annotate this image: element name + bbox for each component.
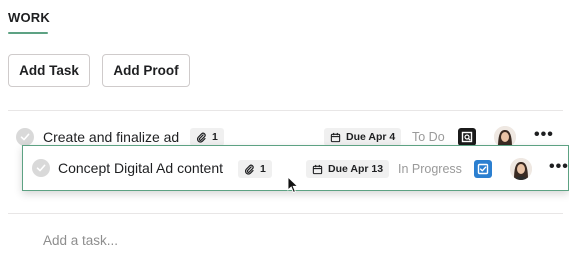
divider — [8, 110, 563, 111]
calendar-icon — [312, 164, 323, 174]
due-date-label: Due Apr 4 — [346, 131, 396, 143]
attachment-count[interactable]: 1 — [238, 160, 272, 178]
mouse-cursor-icon — [287, 176, 299, 193]
check-icon — [20, 133, 30, 141]
task-checkbox-app-icon[interactable] — [474, 160, 492, 178]
proof-icon — [461, 131, 473, 143]
complete-checkbox[interactable] — [16, 128, 34, 146]
user-avatar-icon — [510, 158, 532, 180]
proof-app-icon[interactable] — [458, 128, 476, 146]
check-icon — [36, 164, 46, 172]
paperclip-icon — [244, 164, 254, 175]
avatar[interactable] — [510, 158, 532, 180]
status-label[interactable]: In Progress — [398, 162, 462, 176]
complete-checkbox[interactable] — [32, 159, 50, 177]
more-options-icon[interactable]: ••• — [549, 158, 569, 176]
divider — [8, 213, 563, 214]
add-task-input[interactable]: Add a task... — [43, 233, 118, 248]
task-name[interactable]: Create and finalize ad — [43, 129, 179, 145]
add-proof-button[interactable]: Add Proof — [102, 54, 190, 87]
task-name[interactable]: Concept Digital Ad content — [58, 160, 223, 176]
attachment-count-label: 1 — [260, 163, 266, 175]
active-tab-underline — [8, 32, 48, 34]
status-label[interactable]: To Do — [412, 130, 445, 144]
add-task-button[interactable]: Add Task — [8, 54, 90, 87]
due-date-pill[interactable]: Due Apr 4 — [324, 128, 402, 146]
attachment-count-label: 1 — [212, 131, 218, 143]
due-date-label: Due Apr 13 — [328, 163, 384, 175]
more-options-icon[interactable]: ••• — [534, 126, 554, 144]
calendar-icon — [330, 132, 341, 142]
checkbox-icon — [477, 163, 489, 175]
section-title-work[interactable]: WORK — [8, 10, 50, 25]
due-date-pill[interactable]: Due Apr 13 — [306, 160, 390, 178]
paperclip-icon — [196, 132, 206, 143]
attachment-count[interactable]: 1 — [190, 128, 224, 146]
